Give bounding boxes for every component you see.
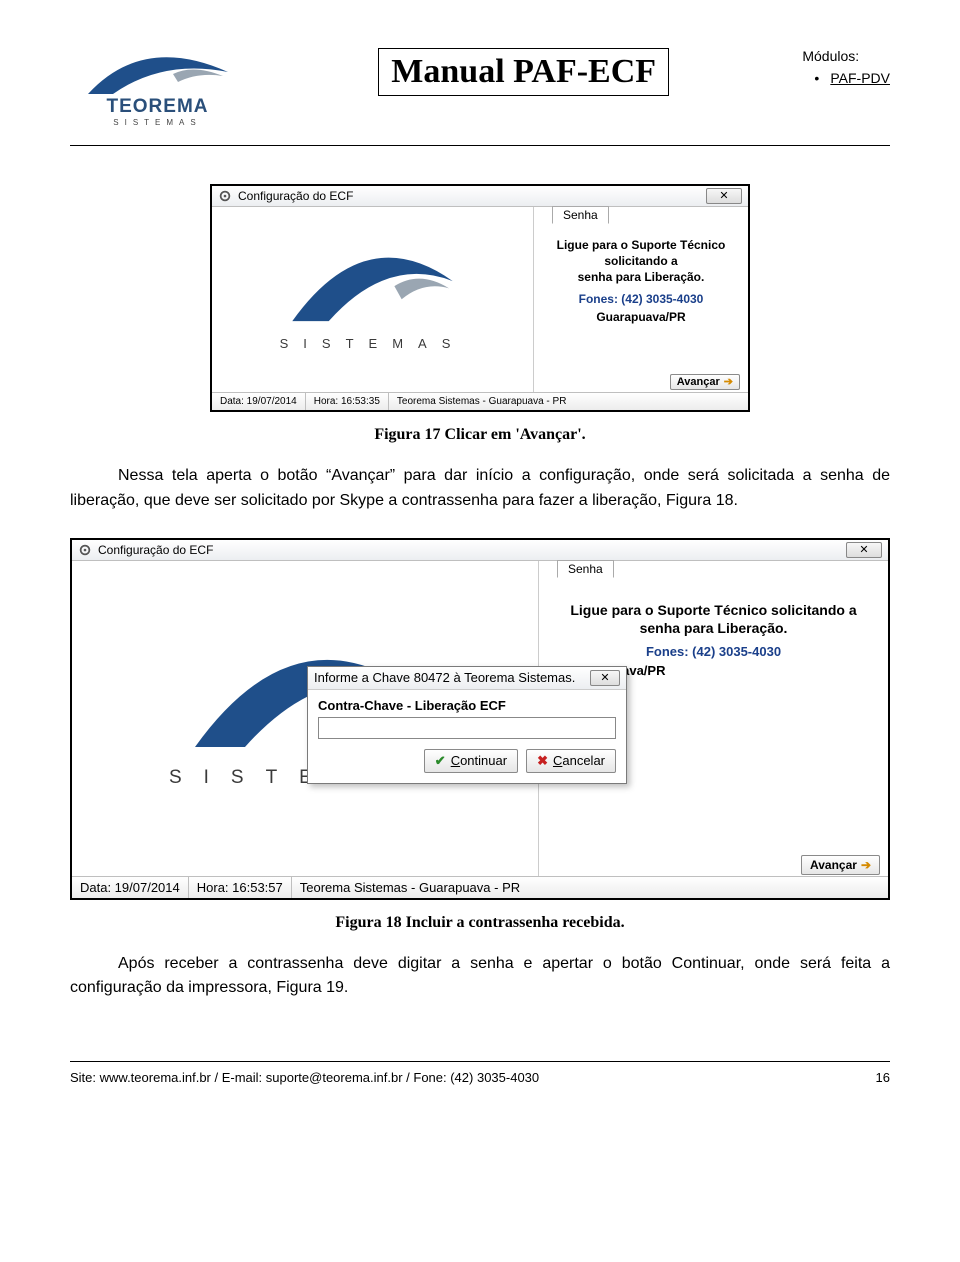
figure-17-screenshot: Configuração do ECF ✕ SISTEMAS Senha <box>210 184 750 412</box>
header-divider <box>70 145 890 146</box>
status-date: Data: 19/07/2014 <box>212 393 306 410</box>
window-close-button[interactable]: ✕ <box>706 188 742 204</box>
doc-title-box: Manual PAF-ECF <box>378 48 669 96</box>
figure-18-screenshot: Configuração do ECF ✕ SISTEMAS Senha <box>70 538 890 900</box>
splash-logo: SISTEMAS <box>212 207 533 392</box>
window-titlebar: Configuração do ECF ✕ <box>212 186 748 207</box>
page-footer: Site: www.teorema.inf.br / E-mail: supor… <box>70 1070 890 1085</box>
module-item: PAF-PDV <box>830 70 890 86</box>
x-icon: ✖ <box>537 753 548 769</box>
modules-label: Módulos: <box>802 48 890 64</box>
senha-tab[interactable]: Senha <box>552 206 609 224</box>
logo-subtext: SISTEMAS <box>70 118 245 127</box>
footer-divider <box>70 1061 890 1062</box>
sistemas-text: SISTEMAS <box>280 336 466 351</box>
footer-contact: Site: www.teorema.inf.br / E-mail: supor… <box>70 1070 539 1085</box>
chave-dialog: Informe a Chave 80472 à Teorema Sistemas… <box>307 666 627 784</box>
gear-icon <box>218 189 232 203</box>
check-icon: ✔ <box>435 753 446 769</box>
modules-box: Módulos: PAF-PDV <box>802 48 890 86</box>
teorema-swoosh-icon <box>285 248 460 336</box>
page-number: 16 <box>876 1070 890 1085</box>
paragraph-1: Nessa tela aperta o botão “Avançar” para… <box>70 464 890 514</box>
support-info: Ligue para o Suporte Técnico solicitando… <box>534 237 748 286</box>
swoosh-icon <box>83 54 233 102</box>
status-time: Hora: 16:53:35 <box>306 393 389 410</box>
dialog-field-label: Contra-Chave - Liberação ECF <box>318 698 616 713</box>
status-org: Teorema Sistemas - Guarapuava - PR <box>292 877 888 898</box>
company-logo: TEOREMA SISTEMAS <box>70 48 245 127</box>
dialog-title: Informe a Chave 80472 à Teorema Sistemas… <box>314 670 575 686</box>
arrow-right-icon: ➔ <box>724 376 733 388</box>
figure-18-caption: Figura 18 Incluir a contrassenha recebid… <box>70 914 890 932</box>
window-title: Configuração do ECF <box>238 189 353 203</box>
arrow-right-icon: ➔ <box>861 858 871 872</box>
gear-icon <box>78 543 92 557</box>
status-org: Teorema Sistemas - Guarapuava - PR <box>389 393 748 410</box>
figure-17-caption: Figura 17 Clicar em 'Avançar'. <box>70 426 890 444</box>
contra-chave-input[interactable] <box>318 717 616 739</box>
status-bar: Data: 19/07/2014 Hora: 16:53:57 Teorema … <box>72 876 888 898</box>
window-close-button[interactable]: ✕ <box>846 542 882 558</box>
cancelar-button[interactable]: ✖ Cancelar <box>526 749 616 773</box>
support-info: Ligue para o Suporte Técnico solicitando… <box>539 601 888 639</box>
senha-tab[interactable]: Senha <box>557 560 614 578</box>
continuar-button[interactable]: ✔ Continuar <box>424 749 518 773</box>
avancar-button[interactable]: Avançar➔ <box>801 855 880 875</box>
doc-title: Manual PAF-ECF <box>391 53 656 91</box>
dialog-close-button[interactable]: ✕ <box>590 670 620 686</box>
window-title: Configuração do ECF <box>98 543 213 557</box>
city-line: Guarapuava/PR <box>534 310 748 324</box>
status-time: Hora: 16:53:57 <box>189 877 292 898</box>
phone-line: Fones: (42) 3035-4030 <box>534 292 748 306</box>
phone-line: Fones: (42) 3035-4030 <box>539 644 888 659</box>
paragraph-2: Após receber a contrassenha deve digitar… <box>70 952 890 1002</box>
window-titlebar: Configuração do ECF ✕ <box>72 540 888 561</box>
status-date: Data: 19/07/2014 <box>72 877 189 898</box>
page-header: TEOREMA SISTEMAS Manual PAF-ECF Módulos:… <box>70 48 890 127</box>
status-bar: Data: 19/07/2014 Hora: 16:53:35 Teorema … <box>212 392 748 410</box>
avancar-button[interactable]: Avançar➔ <box>670 374 740 390</box>
